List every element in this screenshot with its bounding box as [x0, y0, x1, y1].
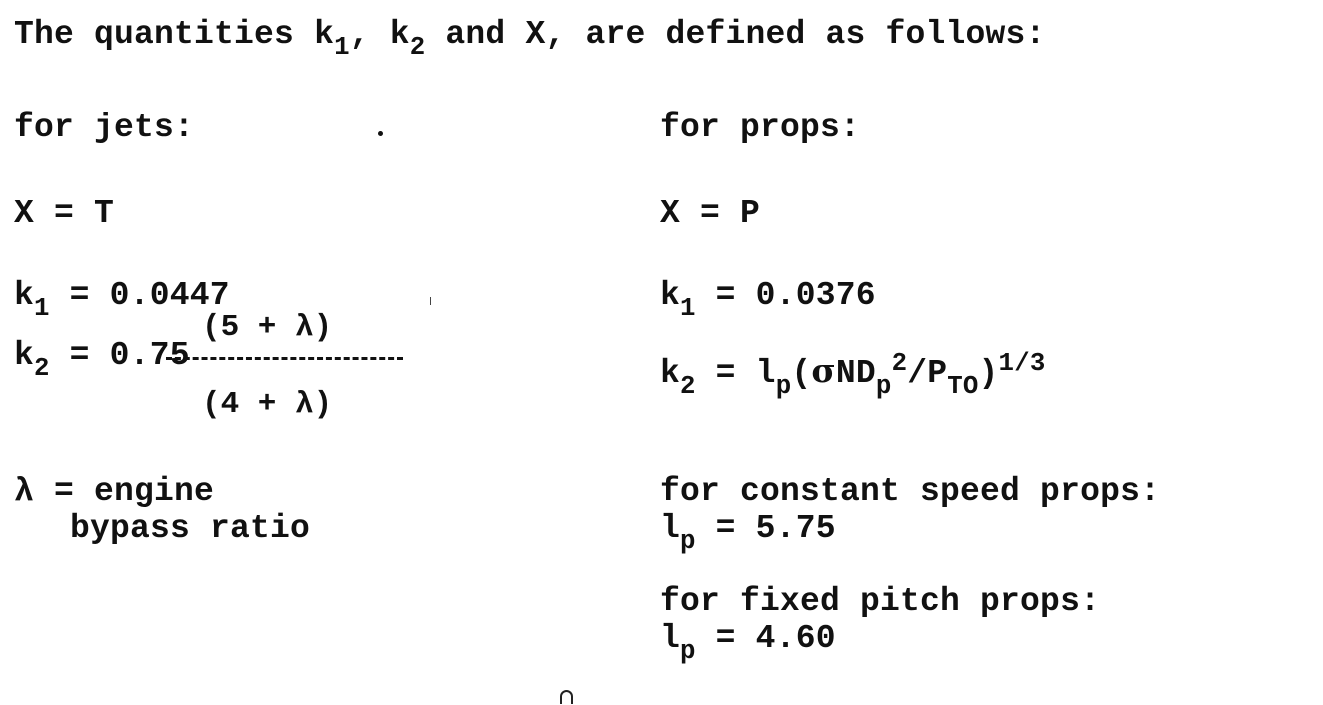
constant-speed-equation: lp = 5.75 [660, 510, 836, 554]
stray-mark-small [430, 297, 431, 305]
jets-k2-subscript: 2 [34, 353, 50, 383]
props-k2-lp-subscript: p [775, 371, 792, 401]
props-k1-value: = 0.0376 [695, 277, 876, 314]
props-k2-open-paren: ( [791, 355, 812, 392]
heading-suffix: and X, are defined as follows: [425, 16, 1046, 53]
props-k2-to-subscript: TO [947, 371, 979, 401]
props-k2-ptakeoff: /P [907, 355, 948, 392]
fixed-pitch-label: for fixed pitch props: [660, 583, 1101, 620]
jets-k1-value: = 0.0447 [49, 277, 230, 314]
props-k2-sigma: σ [811, 351, 836, 390]
fixed-pitch-lp: l [660, 620, 681, 657]
props-k2-equation: k2 = lp(σNDp2/PTO)1/3 [660, 350, 1045, 399]
props-k1-symbol: k [660, 277, 681, 314]
fixed-pitch-equation: lp = 4.60 [660, 620, 836, 664]
fixed-pitch-value: = 4.60 [695, 620, 836, 657]
props-k2-close-paren: ) [978, 355, 999, 392]
heading-k2: k [389, 16, 410, 53]
constant-speed-value: = 5.75 [695, 510, 836, 547]
props-k2-symbol: k [660, 355, 681, 392]
jets-x-equation: X = T [14, 195, 115, 232]
jets-k2-denominator: (4 + λ) [202, 387, 333, 422]
jets-k2-equation: k2 = 0.75 [14, 337, 190, 381]
lambda-definition-line2: bypass ratio [70, 510, 311, 547]
heading-k2-subscript: 2 [409, 32, 426, 62]
jets-label: for jets: [14, 109, 195, 146]
props-k1-subscript: 1 [680, 293, 696, 323]
constant-speed-lp: l [660, 510, 681, 547]
jets-k2-numerator: (5 + λ) [202, 310, 333, 345]
heading-separator: , [349, 16, 390, 53]
stray-dot [378, 131, 383, 136]
jets-k2-fraction-bar [166, 357, 403, 360]
props-k2-square: 2 [891, 348, 908, 378]
props-k2-nd: ND [835, 355, 876, 392]
props-k2-dp-subscript: p [875, 371, 892, 401]
page-edge-mark [560, 690, 573, 704]
constant-speed-label: for constant speed props: [660, 473, 1161, 510]
props-label: for props: [660, 109, 861, 146]
document-page: The quantities k1, k2 and X, are defined… [0, 0, 1323, 705]
heading-k1-subscript: 1 [334, 32, 350, 62]
jets-k1-equation: k1 = 0.0447 [14, 277, 230, 321]
jets-k1-symbol: k [14, 277, 35, 314]
fixed-pitch-lp-subscript: p [680, 636, 696, 666]
props-k2-subscript: 2 [680, 371, 696, 401]
jets-k2-symbol: k [14, 337, 35, 374]
jets-k1-subscript: 1 [34, 293, 50, 323]
lambda-definition-line1: λ = engine [14, 473, 215, 510]
definitions-heading: The quantities k1, k2 and X, are defined… [14, 16, 1046, 60]
props-k2-exponent: 1/3 [998, 348, 1046, 378]
heading-prefix: The quantities [14, 16, 315, 53]
props-x-equation: X = P [660, 195, 761, 232]
constant-speed-lp-subscript: p [680, 526, 696, 556]
heading-k1: k [314, 16, 335, 53]
jets-k2-coefficient: = 0.75 [49, 337, 190, 374]
props-k2-lp: = l [695, 355, 776, 392]
props-k1-equation: k1 = 0.0376 [660, 277, 876, 321]
